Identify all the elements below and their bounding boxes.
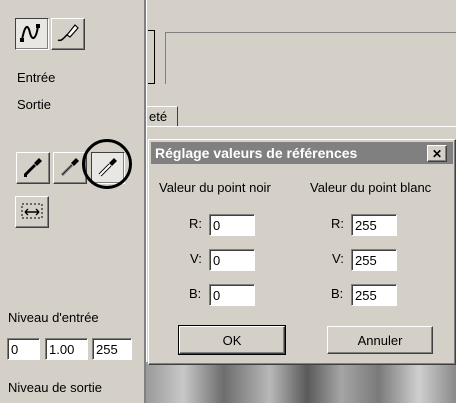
reference-values-dialog: Réglage valeurs de références ✕ Valeur d…: [148, 139, 456, 365]
black-v-label: V:: [190, 251, 202, 266]
background-tab-line: [146, 126, 456, 127]
dialog-close-button[interactable]: ✕: [427, 145, 447, 162]
ok-button[interactable]: OK: [178, 325, 286, 355]
swap-icon: [19, 200, 45, 225]
output-level-label: Niveau de sortie: [8, 380, 102, 395]
background-preview-frame: [165, 32, 456, 84]
black-point-eyedropper-button[interactable]: [16, 152, 50, 184]
swap-levels-button[interactable]: [15, 196, 49, 228]
dialog-title: Réglage valeurs de références: [155, 145, 358, 161]
black-r-label: R:: [189, 216, 202, 231]
background-tab[interactable]: eté: [146, 106, 178, 126]
input-level-white-field[interactable]: 255: [92, 338, 132, 360]
curve-icon: [19, 22, 45, 47]
white-r-field[interactable]: 255: [351, 214, 397, 236]
eyedropper-gray-icon: [58, 155, 82, 182]
white-b-label: B:: [331, 286, 344, 301]
white-point-heading: Valeur du point blanc: [310, 180, 432, 195]
background-tab-label: eté: [149, 109, 168, 124]
white-v-label: V:: [332, 251, 344, 266]
close-icon: ✕: [431, 146, 443, 161]
curve-tool-button[interactable]: [15, 18, 49, 50]
eyedropper-black-icon: [21, 155, 45, 182]
panel-divider: [144, 0, 147, 403]
background-photo: [146, 362, 456, 403]
ok-button-label: OK: [222, 332, 242, 348]
white-v-field[interactable]: 255: [351, 249, 397, 271]
output-label: Sortie: [17, 97, 51, 112]
input-level-label: Niveau d'entrée: [8, 310, 99, 325]
input-label: Entrée: [17, 70, 56, 85]
black-b-label: B:: [189, 286, 202, 301]
input-level-gamma-field[interactable]: 1.00: [45, 338, 88, 360]
cancel-button[interactable]: Annuler: [327, 326, 433, 354]
cancel-button-label: Annuler: [357, 332, 403, 348]
black-r-field[interactable]: 0: [209, 214, 255, 236]
background-bracket: [148, 30, 155, 84]
white-r-label: R:: [331, 216, 344, 231]
dialog-title-bar: Réglage valeurs de références ✕: [151, 142, 453, 164]
black-v-field[interactable]: 0: [209, 249, 255, 271]
highlight-circle: [82, 139, 132, 189]
black-point-heading: Valeur du point noir: [159, 180, 271, 195]
black-b-field[interactable]: 0: [209, 284, 255, 306]
white-b-field[interactable]: 255: [351, 284, 397, 306]
input-level-black-field[interactable]: 0: [7, 338, 40, 360]
freehand-tool-button[interactable]: [51, 18, 85, 50]
pencil-curve-icon: [55, 22, 81, 47]
